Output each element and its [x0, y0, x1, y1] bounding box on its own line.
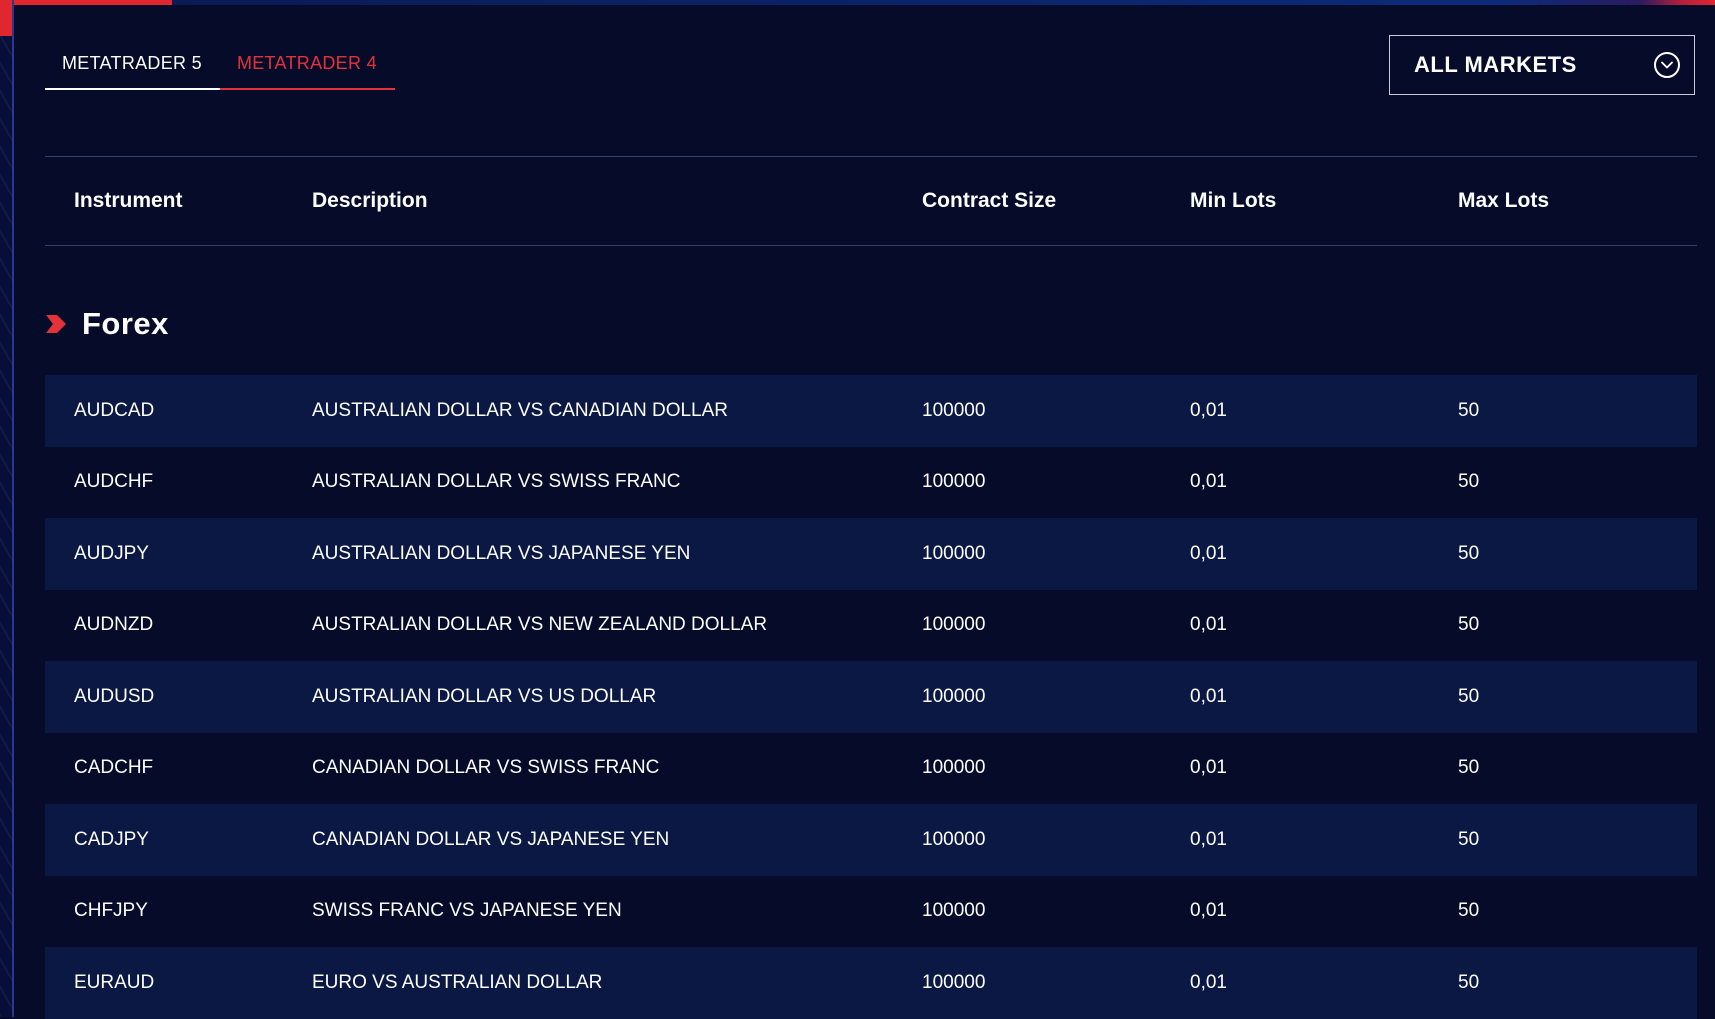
cell-min-lots: 0,01 — [1190, 471, 1227, 493]
column-header-max-lots: Max Lots — [1458, 189, 1550, 212]
cell-instrument: AUDCHF — [74, 471, 154, 493]
table-row: AUDCHF AUSTRALIAN DOLLAR VS SWISS FRANC … — [45, 447, 1697, 519]
table-row: AUDCAD AUSTRALIAN DOLLAR VS CANADIAN DOL… — [45, 375, 1697, 447]
cell-instrument: CADJPY — [74, 828, 149, 850]
cell-description: CANADIAN DOLLAR VS JAPANESE YEN — [312, 828, 670, 850]
cell-contract-size: 100000 — [922, 614, 986, 636]
cell-min-lots: 0,01 — [1190, 542, 1227, 564]
cell-description: CANADIAN DOLLAR VS SWISS FRANC — [312, 757, 660, 779]
cell-contract-size: 100000 — [922, 399, 986, 421]
cell-description: AUSTRALIAN DOLLAR VS NEW ZEALAND DOLLAR — [312, 614, 768, 636]
cell-instrument: CADCHF — [74, 757, 154, 779]
table-row: EURAUD EURO VS AUSTRALIAN DOLLAR 100000 … — [45, 947, 1697, 1019]
table-header-bottom-divider — [45, 245, 1697, 246]
cell-min-lots: 0,01 — [1190, 685, 1227, 707]
cell-description: AUSTRALIAN DOLLAR VS JAPANESE YEN — [312, 542, 691, 564]
cell-contract-size: 100000 — [922, 900, 986, 922]
cell-description: AUSTRALIAN DOLLAR VS SWISS FRANC — [312, 471, 681, 493]
cell-description: SWISS FRANC VS JAPANESE YEN — [312, 900, 622, 922]
cell-min-lots: 0,01 — [1190, 757, 1227, 779]
column-header-contract-size: Contract Size — [922, 189, 1057, 212]
cell-min-lots: 0,01 — [1190, 399, 1227, 421]
cell-max-lots: 50 — [1458, 542, 1480, 564]
cell-description: EURO VS AUSTRALIAN DOLLAR — [312, 971, 603, 993]
table-row: AUDJPY AUSTRALIAN DOLLAR VS JAPANESE YEN… — [45, 518, 1697, 590]
cell-contract-size: 100000 — [922, 685, 986, 707]
platform-tabs: METATRADER 5 METATRADER 4 — [45, 48, 395, 90]
table-row: CADJPY CANADIAN DOLLAR VS JAPANESE YEN 1… — [45, 804, 1697, 876]
cell-max-lots: 50 — [1458, 828, 1480, 850]
column-header-instrument: Instrument — [74, 189, 183, 212]
markets-dropdown-value: ALL MARKETS — [1414, 52, 1577, 77]
cell-max-lots: 50 — [1458, 900, 1480, 922]
column-header-min-lots: Min Lots — [1190, 189, 1277, 212]
cell-max-lots: 50 — [1458, 471, 1480, 493]
cell-max-lots: 50 — [1458, 614, 1480, 636]
cell-instrument: AUDCAD — [74, 399, 155, 421]
cell-min-lots: 0,01 — [1190, 828, 1227, 850]
instruments-panel: METATRADER 5 METATRADER 4 ALL MARKETS In… — [45, 0, 1697, 1019]
column-header-description: Description — [312, 189, 428, 212]
cell-instrument: EURAUD — [74, 971, 155, 993]
cell-max-lots: 50 — [1458, 685, 1480, 707]
cell-min-lots: 0,01 — [1190, 614, 1227, 636]
cell-contract-size: 100000 — [922, 757, 986, 779]
instrument-rows: AUDCAD AUSTRALIAN DOLLAR VS CANADIAN DOL… — [45, 375, 1697, 1019]
cell-max-lots: 50 — [1458, 399, 1480, 421]
cell-description: AUSTRALIAN DOLLAR VS CANADIAN DOLLAR — [312, 399, 729, 421]
table-row: AUDUSD AUSTRALIAN DOLLAR VS US DOLLAR 10… — [45, 661, 1697, 733]
cell-instrument: CHFJPY — [74, 900, 148, 922]
cell-contract-size: 100000 — [922, 971, 986, 993]
cell-max-lots: 50 — [1458, 971, 1480, 993]
table-row: CADCHF CANADIAN DOLLAR VS SWISS FRANC 10… — [45, 733, 1697, 805]
markets-dropdown[interactable]: ALL MARKETS — [1389, 35, 1695, 95]
cell-contract-size: 100000 — [922, 828, 986, 850]
tab-metatrader-4[interactable]: METATRADER 4 — [219, 48, 395, 90]
left-decorative-edge — [0, 0, 14, 1017]
cell-instrument: AUDJPY — [74, 542, 149, 564]
cell-contract-size: 100000 — [922, 471, 986, 493]
cell-description: AUSTRALIAN DOLLAR VS US DOLLAR — [312, 685, 657, 707]
section-heading-forex: Forex — [45, 302, 169, 346]
cell-contract-size: 100000 — [922, 542, 986, 564]
cell-min-lots: 0,01 — [1190, 900, 1227, 922]
cell-max-lots: 50 — [1458, 757, 1480, 779]
cell-instrument: AUDNZD — [74, 614, 154, 636]
arrow-right-icon — [46, 315, 66, 333]
table-row: CHFJPY SWISS FRANC VS JAPANESE YEN 10000… — [45, 876, 1697, 948]
section-title: Forex — [82, 306, 169, 341]
table-row: AUDNZD AUSTRALIAN DOLLAR VS NEW ZEALAND … — [45, 590, 1697, 662]
cell-instrument: AUDUSD — [74, 685, 155, 707]
chevron-down-icon — [1654, 52, 1680, 78]
cell-min-lots: 0,01 — [1190, 971, 1227, 993]
table-header: Instrument Description Contract Size Min… — [45, 157, 1697, 245]
tab-metatrader-5[interactable]: METATRADER 5 — [45, 48, 220, 90]
